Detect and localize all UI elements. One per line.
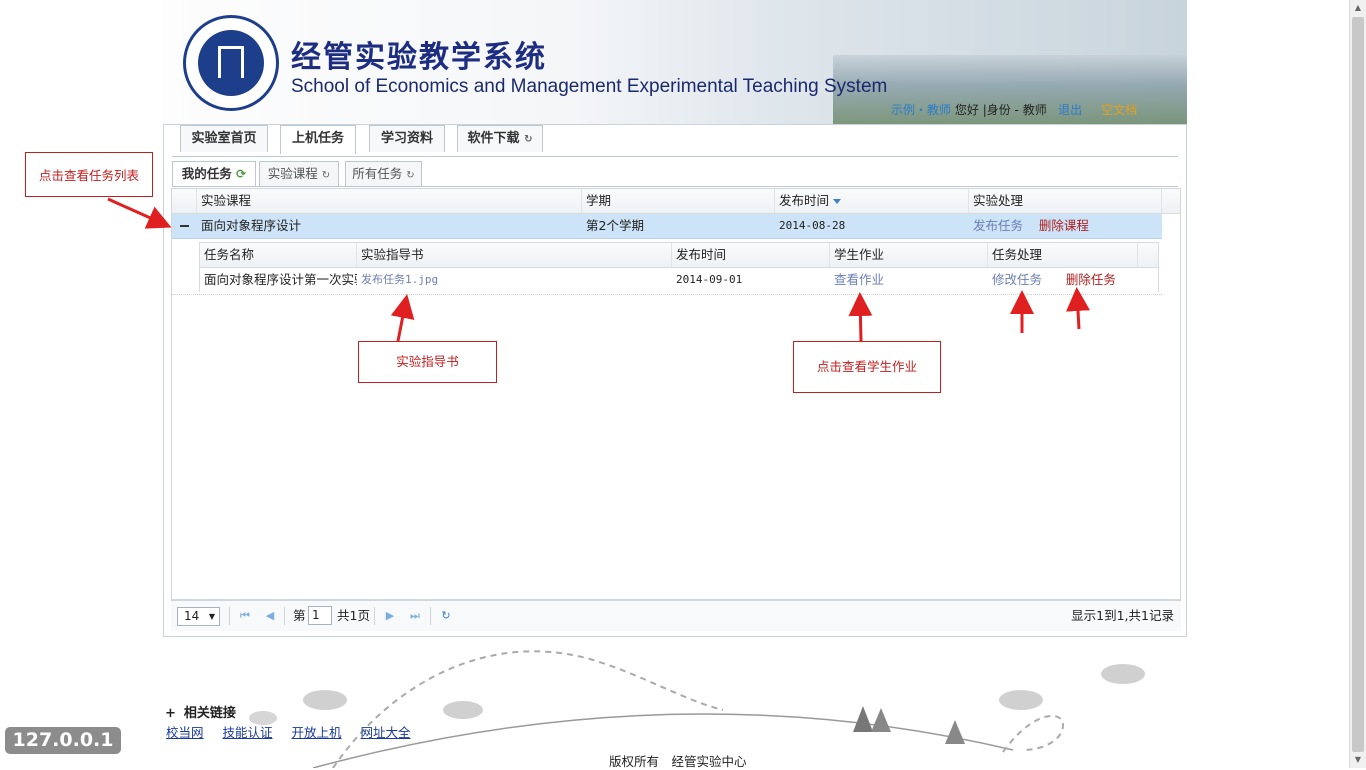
view-homework-link[interactable]: 查看作业 [830,268,988,292]
sub-col-date[interactable]: 发布时间 [672,243,830,267]
sub-col-actions[interactable]: 任务处理 [988,243,1138,267]
annotation-guide-book: 实验指导书 [358,341,497,383]
extra-link[interactable]: 空文档 [1101,103,1137,117]
greeting: 您好 [954,103,979,117]
tab-software-download[interactable]: 软件下载 ↻ [457,125,543,152]
pager-separator [374,607,375,625]
tab-all-tasks[interactable]: 所有任务 ↻ [345,161,422,186]
subtask-row[interactable]: 面向对象程序设计第一次实验 发布任务1.jpg 2014-09-01 查看作业 … [200,268,1158,292]
edit-task-link[interactable]: 修改任务 [992,272,1042,287]
university-logo [183,15,279,111]
link-open-lab[interactable]: 开放上机 [292,725,342,740]
tab-software-download-label: 软件下载 [467,131,520,146]
annotation-task-list: 点击查看任务列表 [25,152,153,197]
row-term: 第2个学期 [586,218,644,233]
pager-separator [229,607,230,625]
copyright: 版权所有 经管实验中心 [609,754,747,769]
pager-separator [284,607,285,625]
user-name[interactable]: 示例・教师 [891,103,951,117]
page-prefix: 第 [293,608,306,623]
link-xiaodang[interactable]: 校当网 [166,725,204,740]
refresh-icon: ↻ [524,134,533,145]
subtask-date: 2014-09-01 [676,273,743,286]
scroll-down-icon[interactable]: ▼ [1350,752,1366,768]
arrow-task-list [107,197,172,229]
refresh-icon: ↻ [321,170,331,181]
tab-my-tasks[interactable]: 我的任务 ⟳ [172,161,256,187]
refresh-icon: ⟳ [236,167,247,181]
subtask-header: 任务名称 实验指导书 发布时间 学生作业 任务处理 [200,243,1158,268]
sub-col-guide[interactable]: 实验指导书 [357,243,672,267]
related-title: 相关链接 [183,706,236,721]
last-page-icon[interactable]: ⏭ [408,608,422,624]
col-term[interactable]: 学期 [582,189,775,213]
sub-col-name[interactable]: 任务名称 [200,243,357,267]
tab-divider [172,156,1178,157]
pager-separator [430,607,431,625]
col-date[interactable]: 发布时间 [775,189,969,213]
logout-link[interactable]: 退出 [1058,103,1082,117]
tab-all-tasks-label: 所有任务 [352,166,403,181]
header-banner: 经管实验教学系统 School of Economics and Managem… [163,0,1187,124]
pagination-bar: 14 ⏮ ◀ 第 1 共1页 ▶ ⏭ ↻ 显示1到1,共1记录 [171,600,1181,631]
grid-header: 实验课程 学期 发布时间 实验处理 [172,189,1180,214]
delete-task-link[interactable]: 删除任务 [1066,272,1116,287]
tab-computer-tasks[interactable]: 上机任务 [280,125,356,154]
subtask-actions: 修改任务 删除任务 [988,268,1138,292]
scroll-up-icon[interactable]: ▲ [1350,0,1366,16]
system-title-en: School of Economics and Management Exper… [291,76,888,97]
vertical-scrollbar[interactable]: ▲ ▼ [1349,0,1366,768]
link-url-directory[interactable]: 网址大全 [361,725,411,740]
reload-icon[interactable]: ↻ [439,608,453,624]
row-divider [172,294,1162,295]
guide-file-link[interactable]: 发布任务1.jpg [357,268,672,292]
col-date-label: 发布时间 [779,193,830,208]
identity-label: |身份 - 教师 [982,103,1047,117]
delete-course-link[interactable]: 删除课程 [1039,218,1089,233]
tab-lab-home[interactable]: 实验室首页 [180,125,268,152]
system-title-cn: 经管实验教学系统 [291,40,547,75]
footer-scenery [249,650,1145,768]
ip-badge: 127.0.0.1 [5,727,121,754]
related-links-title: + 相关链接 [165,702,236,721]
subtask-name: 面向对象程序设计第一次实验 [204,272,357,287]
first-page-icon[interactable]: ⏮ [238,608,252,624]
record-info: 显示1到1,共1记录 [1071,608,1174,623]
tab-lab-courses-label: 实验课程 [267,166,318,181]
publish-task-link[interactable]: 发布任务 [973,218,1023,233]
refresh-icon: ↻ [406,170,415,181]
collapse-icon[interactable] [180,225,189,227]
sub-col-homework[interactable]: 学生作业 [830,243,988,267]
annotation-view-homework: 点击查看学生作业 [793,341,941,393]
col-actions[interactable]: 实验处理 [969,189,1162,213]
tab-lab-courses[interactable]: 实验课程 ↻ [259,161,339,186]
user-bar: 示例・教师 您好 |身份 - 教师 退出 空文档 [891,101,1137,118]
plus-icon: + [165,706,176,721]
subtask-grid: 任务名称 实验指导书 发布时间 学生作业 任务处理 面向对象程序设计第一次实验 … [199,242,1159,292]
related-links: 校当网 技能认证 开放上机 网址大全 [166,722,426,741]
header-spacer [172,189,197,213]
tab-divider [172,186,1178,187]
next-page-icon[interactable]: ▶ [383,608,397,624]
col-course[interactable]: 实验课程 [197,189,582,213]
page-number-input[interactable]: 1 [308,606,332,625]
sort-desc-icon [833,199,842,204]
page-size-select[interactable]: 14 [177,607,220,626]
table-row[interactable]: 面向对象程序设计 第2个学期 2014-08-28 发布任务 删除课程 [172,214,1162,239]
tab-my-tasks-label: 我的任务 [181,166,232,181]
row-course: 面向对象程序设计 [201,218,302,233]
prev-page-icon[interactable]: ◀ [263,608,277,624]
scroll-thumb[interactable] [1352,17,1364,752]
tab-study-materials[interactable]: 学习资料 [369,125,445,152]
task-grid: 实验课程 学期 发布时间 实验处理 面向对象程序设计 第2个学期 2014-08… [171,188,1181,600]
row-actions: 发布任务 删除课程 [969,214,1162,238]
link-skill-cert[interactable]: 技能认证 [223,725,273,740]
page-total: 共1页 [337,608,370,623]
row-date: 2014-08-28 [779,219,846,232]
main-panel: 实验室首页 上机任务 学习资料 软件下载 ↻ 我的任务 ⟳ 实验课程 ↻ 所有任… [163,124,1187,637]
